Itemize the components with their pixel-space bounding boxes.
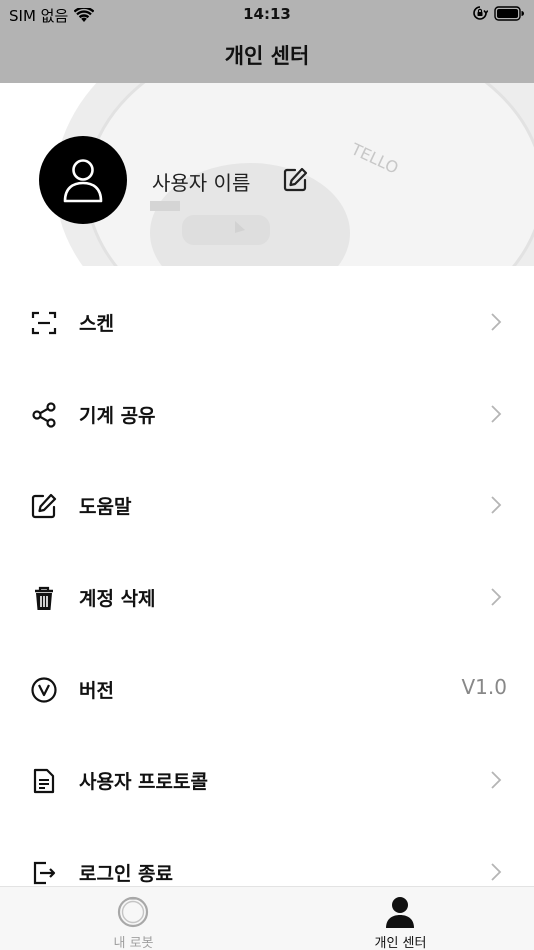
version-value: V1.0 [461, 674, 508, 699]
share-icon [29, 400, 59, 430]
chevron-right-icon [491, 863, 502, 881]
tab-bar: 내 로봇 개인 센터 [0, 886, 534, 950]
nav-bar: 개인 센터 [0, 28, 534, 83]
menu-label-delete-account: 계정 삭제 [79, 588, 156, 611]
version-icon [29, 675, 59, 705]
chevron-right-icon [491, 496, 502, 515]
menu-item-scan[interactable]: 스켄 [0, 276, 534, 368]
username[interactable]: 사용자 이름 [152, 167, 250, 196]
profile-header: TELLO 사용자 이름 [0, 83, 534, 276]
menu-label-logout: 로그인 종료 [79, 863, 174, 886]
menu-item-share-machine[interactable]: 기계 공유 [0, 368, 534, 460]
tab-my-robot[interactable]: 내 로봇 [0, 887, 267, 950]
menu-item-version: 버전 V1.0 [0, 643, 534, 735]
menu-label-user-agreement: 사용자 프로토콜 [79, 771, 208, 794]
tab-personal-center[interactable]: 개인 센터 [267, 887, 534, 950]
status-bar: SIM 없음 14:13 [0, 0, 534, 28]
menu-label-version: 버전 [79, 679, 114, 702]
chevron-right-icon [491, 588, 502, 606]
menu-list: 스켄 기계 공유 도움말 계정 삭제 버전 V1.0 사용자 프로토콜 로그인 … [0, 276, 534, 918]
edit-icon[interactable] [281, 166, 309, 194]
page-title: 개인 센터 [224, 44, 310, 68]
trash-icon [29, 583, 59, 613]
chevron-right-icon [491, 405, 502, 423]
chevron-right-icon [491, 771, 502, 790]
document-icon [29, 766, 59, 796]
chevron-right-icon [491, 313, 502, 331]
menu-label-help: 도움말 [79, 496, 132, 519]
status-right [472, 5, 524, 21]
orientation-lock-icon [473, 6, 488, 20]
person-icon [383, 895, 417, 929]
menu-item-help[interactable]: 도움말 [0, 459, 534, 551]
tab-label-my-robot: 내 로봇 [113, 936, 154, 950]
status-time: 14:13 [243, 5, 291, 23]
menu-item-user-agreement[interactable]: 사용자 프로토콜 [0, 734, 534, 826]
menu-item-delete-account[interactable]: 계정 삭제 [0, 551, 534, 643]
tab-label-personal-center: 개인 센터 [374, 936, 427, 950]
avatar[interactable] [39, 136, 127, 224]
edit-icon [29, 491, 59, 521]
menu-label-share-machine: 기계 공유 [79, 404, 156, 427]
scan-icon [29, 308, 59, 338]
menu-label-scan: 스켄 [79, 313, 114, 335]
user-icon [63, 159, 103, 203]
logout-icon [29, 858, 59, 888]
battery-icon [494, 5, 524, 21]
robot-icon [116, 895, 150, 929]
